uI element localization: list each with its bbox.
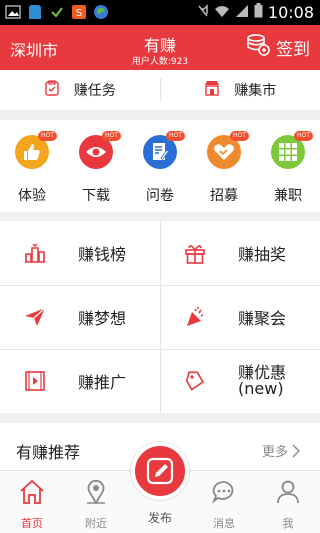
category-recruit[interactable]: HOT 招募 xyxy=(192,120,256,212)
svg-text:S: S xyxy=(76,8,82,19)
image-icon xyxy=(4,3,22,21)
checkin-button[interactable]: 签到 xyxy=(246,33,310,62)
status-time: 10:08 xyxy=(267,3,314,22)
category-survey[interactable]: HOT 问卷 xyxy=(128,120,192,212)
publish-button[interactable] xyxy=(131,442,189,500)
category-experience[interactable]: HOT 体验 xyxy=(0,120,64,212)
feature-grid: 赚钱榜 赚抽奖 赚梦想 赚聚会 赚推广 赚优惠 (new) xyxy=(0,221,320,413)
checkin-label: 签到 xyxy=(276,40,310,60)
party-icon xyxy=(187,307,204,326)
nav-label: 附近 xyxy=(85,517,107,530)
status-bar-left: S xyxy=(4,3,110,21)
clipboard-icon xyxy=(44,80,60,100)
menu-label: 赚钱榜 xyxy=(78,245,127,264)
edit-icon xyxy=(146,457,174,485)
hot-badge: HOT xyxy=(294,131,313,141)
nav-label: 首页 xyxy=(21,517,43,530)
nav-label: 我 xyxy=(282,517,294,530)
ranking-icon xyxy=(25,243,45,263)
more-label: 更多 xyxy=(261,445,288,460)
menu-earn-party[interactable]: 赚聚会 xyxy=(160,285,320,349)
menu-earn-lottery[interactable]: 赚抽奖 xyxy=(160,221,320,285)
check-icon xyxy=(48,3,66,21)
menu-label: 赚聚会 xyxy=(238,309,287,328)
status-bar-right: 10:08 xyxy=(197,3,314,22)
menu-label: 赚梦想 xyxy=(78,309,127,328)
home-icon xyxy=(20,479,44,504)
category-label: 下载 xyxy=(82,188,110,204)
category-label: 体验 xyxy=(18,188,46,204)
app-header: 深圳市 有赚 用户人数:923 签到 xyxy=(0,25,320,70)
video-icon xyxy=(25,371,45,391)
app-s-icon: S xyxy=(70,3,88,21)
tab-earn-market[interactable]: 赚集市 xyxy=(161,70,320,110)
tab-earn-tasks[interactable]: 赚任务 xyxy=(0,70,160,110)
menu-earn-discount[interactable]: 赚优惠 (new) xyxy=(160,349,320,413)
chevron-right-icon xyxy=(292,443,300,458)
menu-earn-ranking[interactable]: 赚钱榜 xyxy=(0,221,160,285)
coins-icon xyxy=(246,33,270,62)
nav-nearby[interactable]: 附近 xyxy=(64,479,128,531)
paper-plane-icon xyxy=(25,307,46,326)
more-link[interactable]: 更多 xyxy=(262,441,300,460)
sd-card-icon xyxy=(26,3,44,21)
category-download[interactable]: HOT 下载 xyxy=(64,120,128,212)
user-icon xyxy=(277,480,299,504)
tag-icon xyxy=(185,371,205,391)
hot-badge: HOT xyxy=(38,131,57,141)
nav-home[interactable]: 首页 xyxy=(0,479,64,531)
menu-label: 赚抽奖 xyxy=(238,245,287,264)
menu-label: 赚优惠 (new) xyxy=(238,363,287,398)
location-icon xyxy=(87,479,105,505)
menu-label: 赚推广 xyxy=(78,373,127,392)
nav-messages[interactable]: 消息 xyxy=(192,479,256,531)
category-label: 问卷 xyxy=(146,188,174,204)
wifi-icon xyxy=(214,3,230,22)
tab-earn-market-label: 赚集市 xyxy=(234,83,277,99)
nav-label: 消息 xyxy=(213,517,235,530)
category-label: 招募 xyxy=(210,188,238,204)
hot-badge: HOT xyxy=(166,131,185,141)
signal-icon xyxy=(235,3,249,22)
recommend-title: 有赚推荐 xyxy=(16,443,81,462)
battery-icon xyxy=(254,3,263,22)
menu-earn-dream[interactable]: 赚梦想 xyxy=(0,285,160,349)
hot-badge: HOT xyxy=(102,131,121,141)
shop-icon xyxy=(204,80,220,100)
mute-icon xyxy=(197,3,209,22)
globe-icon xyxy=(92,3,110,21)
publish-label: 发布 xyxy=(147,511,172,525)
top-tabs: 赚任务 赚集市 xyxy=(0,70,320,110)
category-label: 兼职 xyxy=(274,188,302,204)
gift-icon xyxy=(185,245,205,264)
menu-earn-promotion[interactable]: 赚推广 xyxy=(0,349,160,413)
category-parttime[interactable]: HOT 兼职 xyxy=(256,120,320,212)
category-row: HOT 体验 HOT 下载 HOT 问卷 HOT 招募 HOT 兼职 xyxy=(0,120,320,212)
hot-badge: HOT xyxy=(230,131,249,141)
status-bar: S 10:08 xyxy=(0,0,320,25)
tab-earn-tasks-label: 赚任务 xyxy=(73,83,116,99)
message-icon xyxy=(211,481,234,504)
nav-me[interactable]: 我 xyxy=(256,479,320,531)
